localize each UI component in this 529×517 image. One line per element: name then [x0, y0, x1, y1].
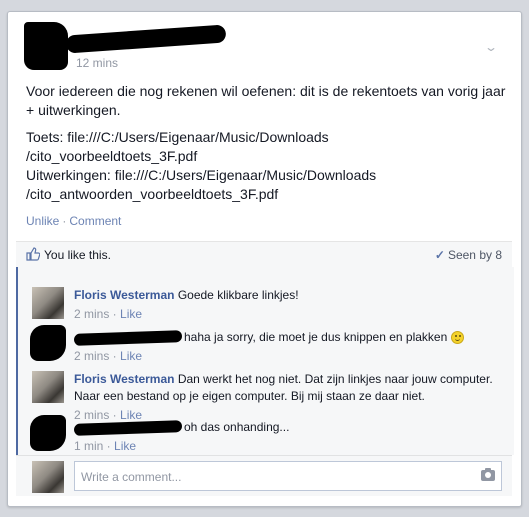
author-avatar-redacted	[24, 22, 68, 70]
write-comment-area: Write a comment...	[16, 455, 512, 496]
thumbs-up-icon	[26, 247, 40, 261]
camera-icon[interactable]	[481, 468, 495, 481]
commenter-avatar[interactable]	[32, 371, 64, 403]
post-line: Uitwerkingen: file:///C:/Users/Eigenaar/…	[26, 167, 377, 183]
comment-body: haha ja sorry, die moet je dus knippen e…	[73, 329, 504, 365]
comment-time[interactable]: 2 mins	[74, 307, 109, 321]
current-user-avatar	[32, 461, 64, 493]
comment-text: oh das onhanding...	[184, 420, 290, 434]
checkmark-icon: ✓	[434, 248, 445, 262]
comment-body: Floris Westerman Dan werkt het nog niet.…	[74, 371, 504, 424]
comment-author-redacted	[73, 419, 183, 436]
post-card: 12 mins ⌄ Voor iedereen die nog rekenen …	[7, 11, 522, 507]
comment-body: Floris Westerman Goede klikbare linkjes!…	[74, 287, 504, 323]
seen-by-label: Seen by 8	[447, 248, 502, 262]
comment-input[interactable]: Write a comment...	[74, 461, 502, 491]
comment-meta: 1 min · Like	[74, 439, 137, 453]
post-timestamp[interactable]: 12 mins	[76, 56, 118, 70]
post-paragraph: Voor iedereen die nog rekenen wil oefene…	[26, 83, 506, 118]
commenter-avatar-redacted	[30, 415, 66, 451]
post-line: Toets: file:///C:/Users/Eigenaar/Music/D…	[26, 129, 329, 145]
unlike-link[interactable]: Unlike	[26, 214, 59, 228]
separator-dot: ·	[62, 214, 67, 228]
likes-text: You like this.	[44, 248, 111, 262]
author-name-redacted	[65, 24, 227, 54]
comment-text: Goede klikbare linkjes!	[177, 288, 299, 302]
comment-like-link[interactable]: Like	[120, 349, 142, 363]
comment-body: oh das onhanding... 1 min · Like	[73, 419, 504, 455]
post-line: /cito_antwoorden_voorbeeldtoets_3F.pdf	[26, 186, 279, 202]
smiley-icon	[450, 331, 464, 345]
comment-time[interactable]: 2 mins	[74, 349, 109, 363]
comment-input-placeholder: Write a comment...	[81, 470, 182, 484]
comment-author[interactable]: Floris Westerman	[74, 288, 174, 302]
comment-author[interactable]: Floris Westerman	[74, 372, 174, 386]
likes-bar: You like this. ✓ Seen by 8	[16, 241, 512, 268]
post-line: /cito_voorbeeldtoets_3F.pdf	[26, 148, 198, 164]
comment-author-redacted	[73, 329, 183, 346]
comment-link[interactable]: Comment	[69, 214, 121, 228]
comment-text: haha ja sorry, die moet je dus knippen e…	[184, 330, 448, 344]
commenter-avatar-redacted	[30, 325, 66, 361]
post-links: Toets: file:///C:/Users/Eigenaar/Music/D…	[26, 128, 506, 204]
post-header: 12 mins ⌄	[24, 22, 504, 72]
comment-like-link[interactable]: Like	[114, 439, 136, 453]
comment-like-link[interactable]: Like	[120, 307, 142, 321]
comments-list: Floris Westerman Goede klikbare linkjes!…	[16, 267, 514, 455]
post-actions: Unlike · Comment	[26, 214, 121, 228]
chevron-down-icon[interactable]: ⌄	[484, 40, 498, 54]
comment-time[interactable]: 1 min	[74, 439, 103, 453]
commenter-avatar[interactable]	[32, 287, 64, 319]
post-body: Voor iedereen die nog rekenen wil oefene…	[26, 82, 506, 204]
comment-meta: 2 mins · Like	[74, 349, 143, 363]
seen-by[interactable]: ✓ Seen by 8	[435, 248, 502, 262]
comment-meta: 2 mins · Like	[74, 307, 143, 321]
